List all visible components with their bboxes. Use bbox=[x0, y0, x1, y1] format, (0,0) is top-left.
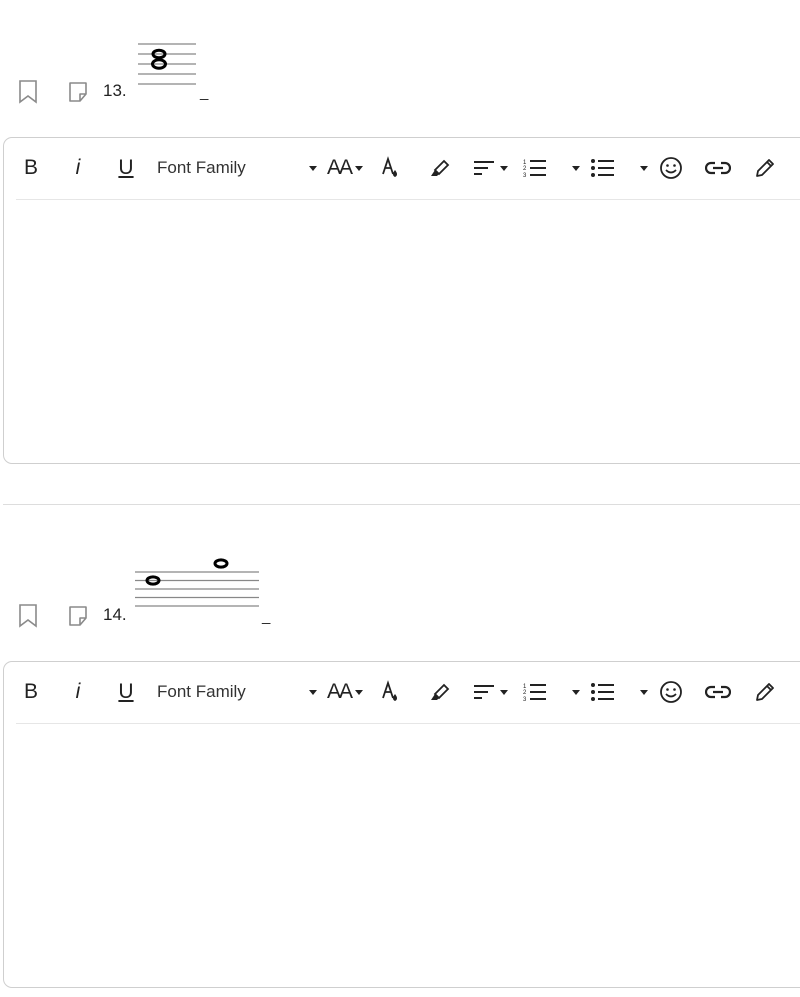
highlighter-icon bbox=[431, 159, 450, 176]
bold-button[interactable]: B bbox=[20, 678, 42, 706]
font-size-label: AA bbox=[326, 680, 353, 703]
highlighter-icon bbox=[431, 683, 450, 700]
bullet-list-button[interactable] bbox=[590, 678, 648, 706]
bookmark-icon[interactable] bbox=[18, 80, 38, 104]
question-number: 14. bbox=[103, 605, 127, 624]
pencil-icon bbox=[756, 159, 774, 177]
music-staff bbox=[138, 43, 196, 85]
whole-note bbox=[151, 48, 167, 70]
chevron-down-icon bbox=[500, 689, 508, 695]
svg-text:2: 2 bbox=[523, 166, 527, 172]
music-staff bbox=[135, 558, 259, 607]
text-color-icon bbox=[382, 680, 397, 701]
highlight-button[interactable] bbox=[426, 678, 452, 706]
numbered-list-button[interactable]: 123 bbox=[522, 154, 580, 182]
highlight-button[interactable] bbox=[426, 154, 452, 182]
emoji-button[interactable] bbox=[658, 678, 684, 706]
chevron-down-icon bbox=[572, 689, 580, 695]
editor-content-area[interactable] bbox=[16, 724, 800, 987]
italic-button[interactable]: i bbox=[68, 154, 88, 182]
bookmark-icon[interactable] bbox=[18, 604, 38, 628]
editor-toolbar: B i U Font Family AA 123 bbox=[16, 662, 800, 724]
editor-content-area[interactable] bbox=[16, 200, 800, 463]
chevron-down-icon bbox=[640, 165, 648, 171]
text-color-button[interactable] bbox=[379, 154, 403, 182]
answer-editor[interactable]: B i U Font Family AA 123 bbox=[3, 137, 800, 464]
chevron-down-icon bbox=[355, 689, 363, 695]
answer-blank: _ bbox=[200, 84, 209, 101]
chevron-down-icon bbox=[309, 165, 317, 171]
draw-button[interactable] bbox=[752, 154, 778, 182]
bullet-list-button[interactable] bbox=[590, 154, 648, 182]
chevron-down-icon bbox=[500, 165, 508, 171]
link-icon bbox=[705, 161, 731, 175]
align-left-icon bbox=[474, 685, 494, 699]
numbered-list-icon: 123 bbox=[523, 684, 546, 703]
numbered-list-icon: 123 bbox=[523, 160, 546, 179]
emoji-button[interactable] bbox=[658, 154, 684, 182]
underline-button[interactable]: U bbox=[114, 154, 138, 182]
chevron-down-icon bbox=[572, 165, 580, 171]
link-button[interactable] bbox=[704, 678, 732, 706]
svg-text:3: 3 bbox=[523, 697, 527, 703]
question-divider bbox=[3, 504, 800, 505]
font-family-label: Font Family bbox=[157, 158, 246, 177]
numbered-list-button[interactable]: 123 bbox=[522, 678, 580, 706]
font-family-label: Font Family bbox=[157, 682, 246, 701]
font-family-select[interactable]: Font Family bbox=[157, 678, 317, 706]
font-size-label: AA bbox=[326, 156, 353, 179]
whole-note bbox=[213, 558, 229, 569]
link-icon bbox=[705, 685, 731, 699]
underline-button[interactable]: U bbox=[114, 678, 138, 706]
note-icon[interactable] bbox=[67, 81, 89, 103]
text-color-icon bbox=[382, 156, 397, 177]
question-13: 13. _ B i U Font Family AA 123 bbox=[0, 0, 800, 500]
draw-button[interactable] bbox=[752, 678, 778, 706]
font-size-select[interactable]: AA bbox=[322, 678, 368, 706]
text-color-button[interactable] bbox=[379, 678, 403, 706]
note-icon[interactable] bbox=[67, 605, 89, 627]
bold-button[interactable]: B bbox=[20, 154, 42, 182]
chevron-down-icon bbox=[355, 165, 363, 171]
bullet-list-icon bbox=[591, 159, 614, 177]
link-button[interactable] bbox=[704, 154, 732, 182]
svg-text:3: 3 bbox=[523, 173, 527, 179]
bullet-list-icon bbox=[591, 683, 614, 701]
chevron-down-icon bbox=[640, 689, 648, 695]
align-button[interactable] bbox=[470, 678, 510, 706]
question-number: 13. bbox=[103, 81, 127, 100]
svg-text:2: 2 bbox=[523, 690, 527, 696]
pencil-icon bbox=[756, 683, 774, 701]
align-left-icon bbox=[474, 161, 494, 175]
editor-toolbar: B i U Font Family AA 123 bbox=[16, 138, 800, 200]
align-button[interactable] bbox=[470, 154, 510, 182]
answer-editor[interactable]: B i U Font Family AA 123 bbox=[3, 661, 800, 988]
answer-blank: _ bbox=[262, 608, 271, 625]
whole-note bbox=[145, 575, 161, 586]
smiley-icon bbox=[660, 681, 682, 703]
smiley-icon bbox=[660, 157, 682, 179]
italic-button[interactable]: i bbox=[68, 678, 88, 706]
font-size-select[interactable]: AA bbox=[322, 154, 368, 182]
font-family-select[interactable]: Font Family bbox=[157, 154, 317, 182]
chevron-down-icon bbox=[309, 689, 317, 695]
